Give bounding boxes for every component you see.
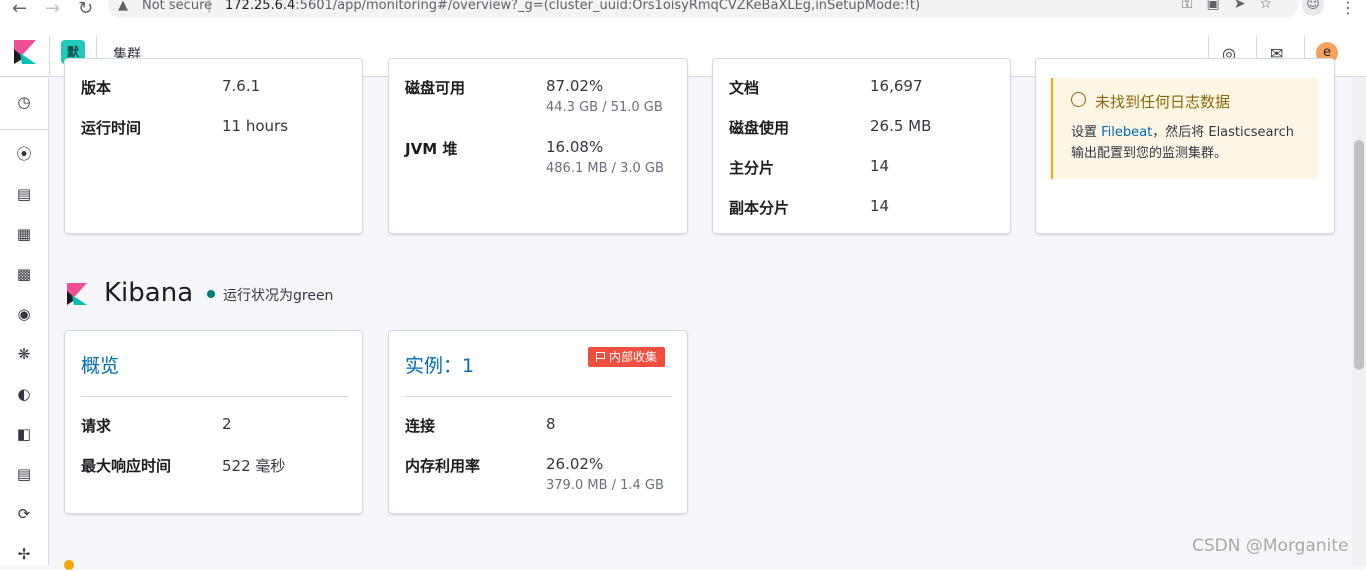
browser-profile-icon[interactable]: ☺ [1302,0,1324,16]
browser-menu-icon[interactable]: ⋮ [1340,0,1356,17]
forward-arrow-icon[interactable]: → [45,0,60,19]
health-status-dot [207,290,215,298]
es-nodes-panel: 磁盘可用 87.02% 44.3 GB / 51.0 GB JVM 堆 16.0… [388,58,688,234]
disk-usage-value: 26.5 MB [870,117,932,135]
url-path: :5601/app/monitoring#/overview?_g=(clust… [295,0,921,13]
memory-usage-value: 26.02% [546,455,604,473]
max-response-label: 最大响应时间 [81,457,172,475]
warning-triangle-icon[interactable]: ▲ [118,0,128,13]
connections-value: 8 [546,415,556,433]
browser-toolbar: ← → ↻ ▲ Not secure | 172.25.6.4:5601/app… [0,0,1366,19]
jvm-heap-value: 16.08% [546,138,604,156]
uptime-icon[interactable]: ⟳ [14,504,34,524]
callout-body: 设置 Filebeat，然后将 Elasticsearch 输出配置到您的监测集… [1071,122,1294,164]
requests-label: 请求 [81,417,112,435]
key-icon[interactable]: ⚿ [1182,0,1207,12]
kibana-overview-panel: 概览 请求 2 最大响应时间 522 毫秒 [64,330,363,514]
primary-shards-label: 主分片 [729,159,775,177]
es-indices-panel: 文档 16,697 磁盘使用 26.5 MB 主分片 14 副本分片 14 [712,58,1011,234]
health-status-text: 运行状况为green [223,288,334,304]
no-logs-callout: 未找到任何日志数据 设置 Filebeat，然后将 Elasticsearch … [1051,78,1318,179]
send-icon[interactable]: ➤ [1234,0,1260,12]
documents-label: 文档 [729,79,760,97]
watermark: CSDN @Morganite [1192,536,1349,556]
disk-available-label: 磁盘可用 [405,79,466,97]
canvas-icon[interactable]: ▩ [14,264,34,284]
not-secure-label[interactable]: Not secure [142,0,212,13]
callout-body-line2: 输出配置到您的监测集群。 [1071,146,1228,161]
kibana-section-logo-icon [67,283,87,305]
max-response-value: 522 毫秒 [222,457,286,475]
es-overview-panel: 版本 7.6.1 运行时间 11 hours [64,58,363,234]
url-separator: | [207,0,212,13]
flag-icon [596,352,605,362]
version-value: 7.6.1 [222,77,261,95]
replica-shards-label: 副本分片 [729,199,790,217]
star-icon[interactable]: ☆ [1259,0,1286,12]
recent-clock-icon[interactable]: ◷ [14,92,34,112]
maps-icon[interactable]: ◉ [14,304,34,324]
uptime-label: 运行时间 [81,119,142,137]
disk-usage-label: 磁盘使用 [729,119,790,137]
internal-collection-badge[interactable]: 内部收集 [588,347,666,367]
requests-value: 2 [222,415,232,433]
siem-icon[interactable]: ◐ [14,384,34,404]
address-bar[interactable]: ▲ Not secure | 172.25.6.4:5601/app/monit… [108,0,1298,18]
dashboard-icon[interactable]: ▦ [14,224,34,244]
callout-title: 未找到任何日志数据 [1095,93,1231,111]
primary-shards-value: 14 [870,157,890,175]
page-scrollbar[interactable] [1352,78,1366,565]
callout-body-prefix: 设置 [1071,125,1102,140]
panel-divider [81,396,348,397]
next-section-logo-icon [64,560,74,570]
nav-sidebar: ◷ ⦿ ▤ ▦ ▩ ◉ ❋ ◐ ◧ ▤ ⟳ ✢ [0,78,49,565]
kibana-instances-link[interactable]: 实例：1 [405,351,474,378]
jvm-heap-label: JVM 堆 [405,140,458,158]
documents-value: 16,697 [870,77,923,95]
memory-usage-label: 内存利用率 [405,457,481,475]
apm-icon[interactable]: ▤ [14,464,34,484]
internal-collection-label: 内部收集 [609,350,658,364]
visualize-chart-icon[interactable]: ▤ [14,184,34,204]
address-bar-actions[interactable]: ⚿▣➤☆ [1182,0,1286,12]
sidebar-divider [0,129,48,130]
jvm-heap-detail: 486.1 MB / 3.0 GB [546,161,664,176]
scrollbar-thumb[interactable] [1354,140,1364,370]
kibana-overview-link[interactable]: 概览 [81,351,119,378]
header-divider [49,36,50,77]
replica-shards-value: 14 [870,197,890,215]
uptime-value: 11 hours [222,117,289,135]
disk-available-value: 87.02% [546,77,604,95]
discover-compass-icon[interactable]: ⦿ [14,144,34,164]
help-lifebuoy-icon [1071,92,1086,107]
translate-icon[interactable]: ▣ [1206,0,1233,12]
logs-icon[interactable]: ◧ [14,424,34,444]
machine-learning-icon[interactable]: ❋ [14,344,34,364]
panel-divider [405,396,672,397]
back-arrow-icon[interactable]: ← [12,0,27,19]
disk-available-detail: 44.3 GB / 51.0 GB [546,100,663,115]
version-label: 版本 [81,79,112,97]
connections-label: 连接 [405,417,436,435]
kibana-logo-icon[interactable] [14,40,36,64]
url-text[interactable]: 172.25.6.4:5601/app/monitoring#/overview… [225,0,920,13]
memory-usage-detail: 379.0 MB / 1.4 GB [546,478,664,493]
filebeat-link[interactable]: Filebeat [1101,125,1152,140]
url-host: 172.25.6.4 [225,0,296,13]
kibana-section-title: Kibana [104,278,194,308]
reload-icon[interactable]: ↻ [78,0,93,19]
monitoring-wifi-icon[interactable]: ✢ [14,544,34,564]
callout-body-suffix: ，然后将 Elasticsearch [1152,125,1294,140]
